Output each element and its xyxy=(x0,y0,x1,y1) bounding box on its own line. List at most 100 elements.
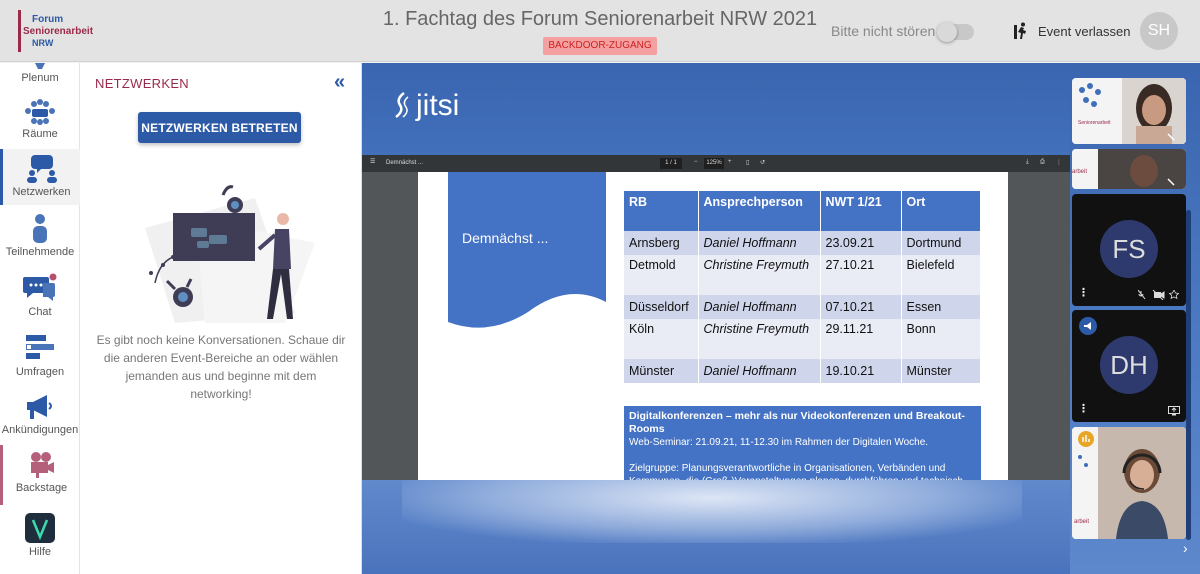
sidebar-item-netzwerken[interactable]: Netzwerken xyxy=(0,149,80,205)
zoom-out-icon[interactable]: − xyxy=(694,159,698,165)
poll-icon xyxy=(26,335,54,359)
leave-event-button[interactable]: Event verlassen xyxy=(1014,21,1131,41)
sidebar-label-teilnehmende: Teilnehmende xyxy=(5,246,75,258)
digital-conference-box: Digitalkonferenzen – mehr als nur Videok… xyxy=(624,406,981,480)
table-row: Düsseldorf Daniel Hoffmann 07.10.21 Esse… xyxy=(624,295,981,319)
sidebar-item-plenum[interactable]: Plenum xyxy=(0,63,80,89)
table-cell: 29.11.21 xyxy=(820,319,902,359)
pdf-doc-name: Demnächst ... xyxy=(386,160,424,166)
pdf-zoom-level[interactable]: 125% xyxy=(704,158,724,169)
participant-initials: DH xyxy=(1100,336,1158,394)
table-cell: Essen xyxy=(901,295,981,319)
table-cell: 23.09.21 xyxy=(820,231,902,255)
sidebar-label-plenum: Plenum xyxy=(21,72,59,84)
sidebar-label-backstage: Backstage xyxy=(15,482,68,494)
pdf-menu-icon[interactable]: ☰ xyxy=(370,158,375,165)
megaphone-icon xyxy=(27,395,52,419)
column-header: NWT 1/21 xyxy=(820,191,902,231)
plenum-icon xyxy=(35,63,45,69)
print-icon[interactable]: ⎙ xyxy=(1040,159,1045,166)
svg-text:arbeit: arbeit xyxy=(1072,169,1087,175)
person-icon xyxy=(33,214,47,243)
jitsi-logo: jitsi xyxy=(390,89,459,123)
movie-camera-icon xyxy=(30,452,54,478)
schedule-table: RB Ansprechperson NWT 1/21 Ort Arnsberg … xyxy=(624,191,981,383)
participant-tile-fs[interactable]: FS ⋮ xyxy=(1072,194,1186,306)
table-cell: Düsseldorf xyxy=(624,295,699,319)
participant-status-icons xyxy=(1138,290,1180,300)
pdf-more-icon[interactable]: ⋮ xyxy=(1056,159,1062,166)
sidebar-label-raeume: Räume xyxy=(22,128,58,140)
backdoor-badge: BACKDOOR-ZUGANG xyxy=(543,37,657,55)
participant-video: arbeit xyxy=(1072,427,1186,539)
table-cell: Münster xyxy=(901,359,981,383)
sidebar-label-chat: Chat xyxy=(28,306,52,318)
event-title: 1. Fachtag des Forum Seniorenarbeit NRW … xyxy=(382,8,818,30)
networking-panel: NETZWERKEN « NETZWERKEN BETRETEN Es gibt… xyxy=(80,63,362,574)
table-cell: Daniel Hoffmann xyxy=(698,359,821,383)
sidebar-item-raeume[interactable]: Räume xyxy=(0,99,80,143)
table-row: Köln Christine Freymuth 29.11.21 Bonn xyxy=(624,319,981,359)
participant-video: arbeit xyxy=(1072,149,1186,189)
user-avatar[interactable]: SH xyxy=(1140,12,1178,50)
zoom-in-icon[interactable]: + xyxy=(728,159,732,165)
sidebar-item-chat[interactable]: Chat xyxy=(0,273,80,319)
jitsi-brand-text: jitsi xyxy=(416,89,460,122)
jitsi-stage: jitsi ☰ Demnächst ... 1 / 1 − 125% + ▯ ↺… xyxy=(362,63,1070,574)
logo-line-3: NRW xyxy=(32,38,54,48)
networking-icon xyxy=(26,155,57,183)
panel-title: NETZWERKEN xyxy=(95,76,189,91)
slide-banner-text: Demnächst ... xyxy=(462,230,549,246)
table-cell: Detmold xyxy=(624,255,699,295)
no-conversations-text: Es gibt noch keine Konversationen. Schau… xyxy=(96,333,346,401)
column-header: Ansprechperson xyxy=(698,191,821,231)
table-cell: Dortmund xyxy=(901,231,981,255)
table-row: Münster Daniel Hoffmann 19.10.21 Münster xyxy=(624,359,981,383)
fit-page-icon[interactable]: ▯ xyxy=(746,159,749,166)
rotate-icon[interactable]: ↺ xyxy=(760,159,765,166)
sidebar-label-netzwerken: Netzwerken xyxy=(12,186,71,198)
sidebar-item-backstage[interactable]: Backstage xyxy=(0,445,80,505)
participant-video-tile[interactable]: Seniorenarbeit xyxy=(1072,78,1186,144)
do-not-disturb-toggle[interactable] xyxy=(937,22,974,42)
rooms-icon xyxy=(25,99,55,125)
table-cell: Daniel Hoffmann xyxy=(698,295,821,319)
sidebar-label-ankuendigungen: Ankündigungen xyxy=(1,424,79,436)
pdf-toolbar: ☰ Demnächst ... 1 / 1 − 125% + ▯ ↺ ⤓ ⎙ ⋮ xyxy=(362,155,1070,172)
main-sidebar: Plenum Räume Netzwerken Teilnehmende Cha… xyxy=(0,63,80,574)
table-row: Detmold Christine Freymuth 27.10.21 Biel… xyxy=(624,255,981,295)
download-icon[interactable]: ⤓ xyxy=(1026,159,1029,166)
participant-video-tile[interactable]: arbeit xyxy=(1072,149,1186,189)
participant-video: Seniorenarbeit xyxy=(1072,78,1186,144)
logo-line-2: Seniorenarbeit xyxy=(23,26,94,37)
forum-logo: Forum Seniorenarbeit NRW xyxy=(18,10,98,54)
table-cell: 07.10.21 xyxy=(820,295,902,319)
info-line-2: Zielgruppe: Planungsverantwortliche in O… xyxy=(629,463,963,480)
networking-illustration xyxy=(145,185,315,323)
participant-video-tile[interactable]: arbeit xyxy=(1072,427,1186,539)
table-cell: Bonn xyxy=(901,319,981,359)
table-cell: Daniel Hoffmann xyxy=(698,231,821,255)
join-networking-button[interactable]: NETZWERKEN BETRETEN xyxy=(138,112,301,143)
chevron-right-icon[interactable]: › xyxy=(1183,540,1188,556)
participant-menu-icon[interactable]: ⋮ xyxy=(1078,286,1089,299)
sidebar-item-hilfe[interactable]: Hilfe xyxy=(0,513,80,565)
toggle-knob xyxy=(937,22,957,42)
sidebar-item-umfragen[interactable]: Umfragen xyxy=(0,333,80,379)
slide-banner xyxy=(448,172,606,328)
help-app-icon xyxy=(25,513,55,543)
top-header: Forum Seniorenarbeit NRW 1. Fachtag des … xyxy=(0,0,1200,62)
participant-menu-icon[interactable]: ⋮ xyxy=(1078,402,1089,415)
pdf-page-indicator[interactable]: 1 / 1 xyxy=(660,158,682,169)
table-cell: 19.10.21 xyxy=(820,359,902,383)
sidebar-item-teilnehmende[interactable]: Teilnehmende xyxy=(0,213,80,259)
participants-scrollbar[interactable] xyxy=(1186,210,1191,540)
table-cell: Bielefeld xyxy=(901,255,981,295)
table-cell: Köln xyxy=(624,319,699,359)
collapse-panel-icon[interactable]: « xyxy=(334,71,345,94)
table-cell: Münster xyxy=(624,359,699,383)
pdf-viewer: Demnächst ... RB Ansprechperson NWT 1/21… xyxy=(362,172,1070,480)
sidebar-item-ankuendigungen[interactable]: Ankündigungen xyxy=(0,393,80,439)
participant-tile-dh[interactable]: DH ⋮ xyxy=(1072,310,1186,422)
exit-running-icon xyxy=(1014,22,1026,39)
